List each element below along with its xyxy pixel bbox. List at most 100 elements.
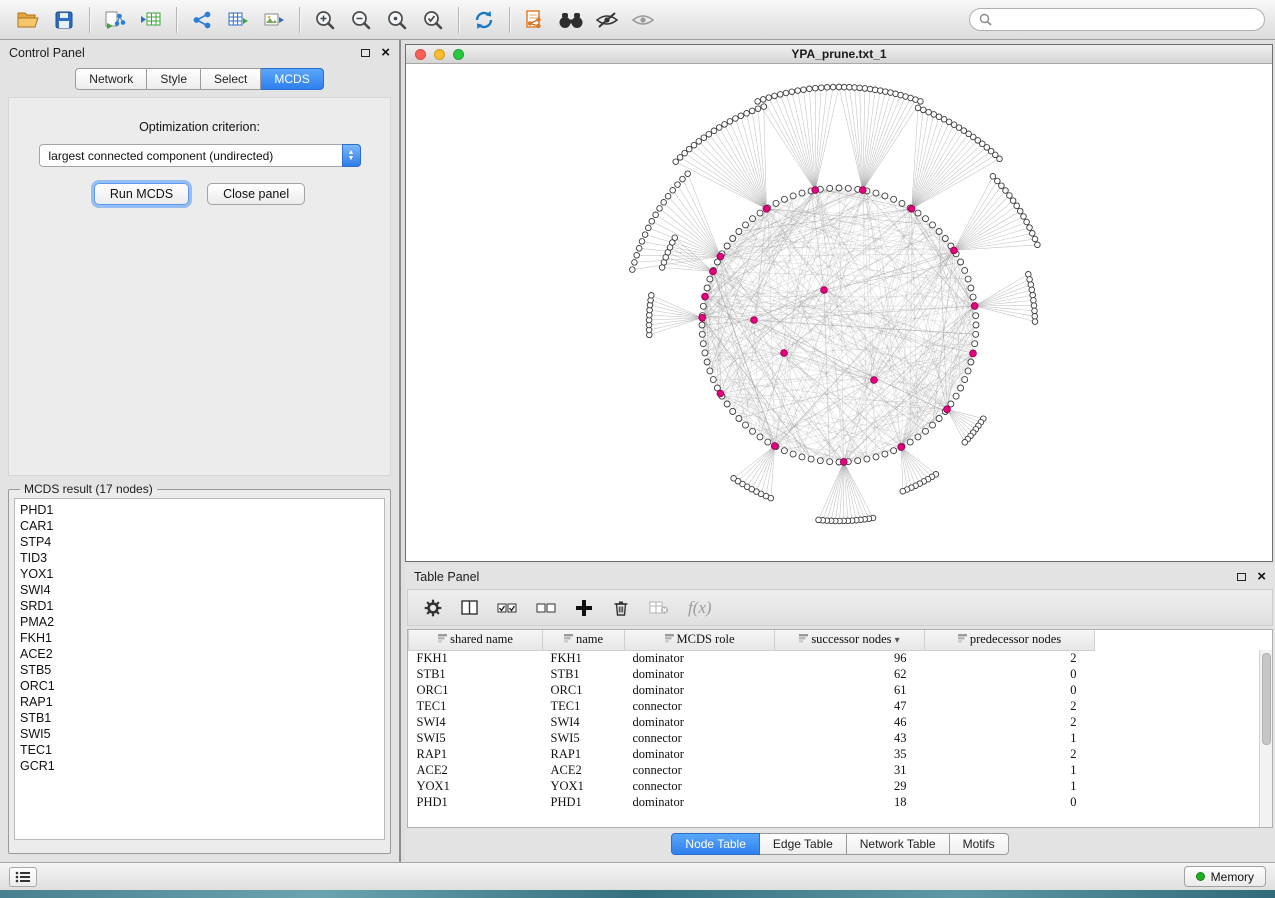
network-node[interactable] — [730, 409, 736, 415]
network-dominator-node[interactable] — [702, 293, 709, 300]
network-node[interactable] — [845, 185, 851, 191]
close-panel-icon[interactable]: × — [1257, 569, 1266, 584]
network-leaf-node[interactable] — [1029, 287, 1035, 293]
table-row[interactable]: RAP1RAP1dominator352 — [409, 746, 1095, 762]
network-node[interactable] — [765, 439, 771, 445]
column-header-predecessor-nodes[interactable]: predecessor nodes — [925, 630, 1095, 650]
network-node[interactable] — [707, 276, 713, 282]
network-leaf-node[interactable] — [1032, 236, 1038, 242]
network-leaf-node[interactable] — [685, 171, 691, 177]
network-dominator-node[interactable] — [717, 390, 724, 397]
network-leaf-node[interactable] — [677, 155, 683, 161]
network-node[interactable] — [930, 422, 936, 428]
deselect-all-button[interactable] — [536, 600, 556, 616]
network-node[interactable] — [965, 276, 971, 282]
network-leaf-node[interactable] — [830, 84, 836, 90]
network-node[interactable] — [702, 350, 708, 356]
tab-network-table[interactable]: Network Table — [847, 833, 950, 855]
mcds-result-item[interactable]: STP4 — [20, 534, 379, 550]
network-node[interactable] — [757, 210, 763, 216]
network-leaf-node[interactable] — [672, 235, 678, 241]
network-leaf-node[interactable] — [847, 84, 853, 90]
network-node[interactable] — [704, 285, 710, 291]
network-node[interactable] — [970, 294, 976, 300]
network-leaf-node[interactable] — [795, 88, 801, 94]
table-row[interactable]: SWI4SWI4dominator462 — [409, 714, 1095, 730]
network-node[interactable] — [923, 428, 929, 434]
network-dominator-node[interactable] — [859, 187, 866, 194]
network-dominator-node[interactable] — [970, 350, 977, 357]
zoom-in-button[interactable] — [307, 4, 343, 36]
close-panel-icon[interactable]: × — [381, 45, 390, 60]
network-leaf-node[interactable] — [900, 488, 906, 494]
network-node[interactable] — [923, 216, 929, 222]
network-dominator-node[interactable] — [840, 459, 847, 466]
network-node[interactable] — [827, 185, 833, 191]
network-leaf-node[interactable] — [738, 113, 744, 119]
network-leaf-node[interactable] — [878, 88, 884, 94]
network-leaf-node[interactable] — [686, 146, 692, 152]
network-leaf-node[interactable] — [824, 85, 830, 91]
network-leaf-node[interactable] — [761, 104, 767, 110]
window-close-button[interactable] — [415, 49, 426, 60]
network-node[interactable] — [930, 222, 936, 228]
mcds-result-item[interactable]: GCR1 — [20, 758, 379, 774]
network-leaf-node[interactable] — [749, 108, 755, 114]
tab-network[interactable]: Network — [75, 68, 147, 90]
table-row[interactable]: ORC1ORC1dominator610 — [409, 682, 1095, 698]
mcds-result-item[interactable]: SWI4 — [20, 582, 379, 598]
window-minimize-button[interactable] — [434, 49, 445, 60]
mcds-result-item[interactable]: TEC1 — [20, 742, 379, 758]
network-node[interactable] — [700, 303, 706, 309]
table-row[interactable]: TEC1TEC1connector472 — [409, 698, 1095, 714]
mcds-result-item[interactable]: PMA2 — [20, 614, 379, 630]
network-leaf-node[interactable] — [680, 176, 686, 182]
task-history-button[interactable] — [9, 867, 37, 887]
network-node[interactable] — [799, 454, 805, 460]
network-leaf-node[interactable] — [1010, 198, 1016, 204]
network-node[interactable] — [972, 341, 978, 347]
share-document-button[interactable] — [517, 4, 553, 36]
network-leaf-node[interactable] — [1003, 188, 1009, 194]
network-dominator-node[interactable] — [821, 287, 828, 294]
network-leaf-node[interactable] — [789, 89, 795, 95]
network-node[interactable] — [915, 210, 921, 216]
tab-mcds[interactable]: MCDS — [261, 68, 323, 90]
network-node[interactable] — [873, 454, 879, 460]
network-node[interactable] — [750, 216, 756, 222]
mcds-result-item[interactable]: STB1 — [20, 710, 379, 726]
network-leaf-node[interactable] — [661, 200, 667, 206]
function-builder-button[interactable]: f(x) — [688, 598, 712, 618]
hide-graphics-details-button[interactable] — [589, 4, 625, 36]
network-node[interactable] — [953, 393, 959, 399]
column-header-mcds-role[interactable]: MCDS role — [625, 630, 775, 650]
network-node[interactable] — [973, 331, 979, 337]
table-row[interactable]: PHD1PHD1dominator180 — [409, 794, 1095, 810]
network-leaf-node[interactable] — [673, 159, 679, 165]
network-leaf-node[interactable] — [760, 97, 766, 103]
network-node[interactable] — [790, 451, 796, 457]
network-leaf-node[interactable] — [731, 476, 737, 482]
network-leaf-node[interactable] — [997, 156, 1003, 162]
network-leaf-node[interactable] — [1021, 214, 1027, 220]
network-node[interactable] — [907, 439, 913, 445]
search-network-button[interactable] — [553, 4, 589, 36]
mcds-result-item[interactable]: FKH1 — [20, 630, 379, 646]
export-network-button[interactable] — [184, 4, 220, 36]
network-node[interactable] — [707, 368, 713, 374]
network-leaf-node[interactable] — [999, 183, 1005, 189]
network-node[interactable] — [973, 313, 979, 319]
mcds-result-item[interactable]: RAP1 — [20, 694, 379, 710]
network-dominator-node[interactable] — [944, 406, 951, 413]
network-node[interactable] — [710, 377, 716, 383]
scrollbar-thumb[interactable] — [1262, 653, 1271, 745]
network-node[interactable] — [699, 331, 705, 337]
network-leaf-node[interactable] — [706, 131, 712, 137]
network-leaf-node[interactable] — [783, 90, 789, 96]
network-leaf-node[interactable] — [857, 85, 863, 91]
network-leaf-node[interactable] — [634, 253, 640, 259]
network-node[interactable] — [958, 385, 964, 391]
network-leaf-node[interactable] — [766, 95, 772, 101]
table-row[interactable]: SWI5SWI5connector431 — [409, 730, 1095, 746]
save-session-button[interactable] — [46, 4, 82, 36]
